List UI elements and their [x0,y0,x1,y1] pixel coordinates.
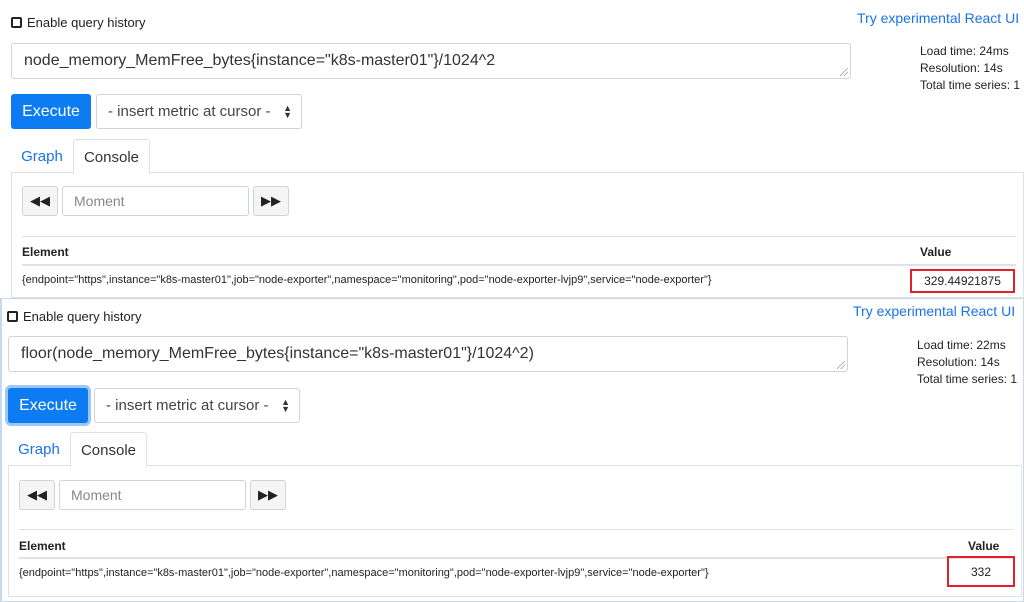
rewind-button[interactable]: ◀◀ [22,186,58,216]
divider [22,264,1016,266]
fast-forward-button[interactable]: ▶▶ [253,186,289,216]
react-ui-link[interactable]: Try experimental React UI [857,10,1019,26]
checkbox[interactable] [7,311,18,322]
metric-select[interactable]: - insert metric at cursor - ▲ ▼ [96,94,302,129]
enable-history-toggle[interactable]: Enable query history [7,309,142,324]
metric-select-value: - insert metric at cursor - [106,397,269,414]
table-row-element: {endpoint="https",instance="k8s-master01… [19,567,709,579]
fast-forward-button[interactable]: ▶▶ [250,480,286,510]
query-panel-bottom: Enable query history Try experimental Re… [0,298,1024,602]
expression-input[interactable]: node_memory_MemFree_bytes{instance="k8s-… [11,43,851,79]
enable-history-toggle[interactable]: Enable query history [11,15,146,30]
load-time: Load time: 24ms [920,44,1009,58]
execute-button[interactable]: Execute [11,94,91,129]
moment-placeholder: Moment [71,487,122,503]
table-row-element: {endpoint="https",instance="k8s-master01… [22,274,712,286]
column-header-value: Value [968,539,1000,553]
tab-graph[interactable]: Graph [8,432,70,466]
table-row-value: 329.44921875 [924,274,1001,288]
enable-history-label: Enable query history [27,15,146,30]
query-stats: Load time: 24ms Resolution: 14s Total ti… [920,43,1020,94]
updown-arrows-icon: ▲ ▼ [280,103,292,119]
rewind-icon: ◀◀ [27,487,47,502]
total-time-series: Total time series: 1 [917,372,1018,386]
value-highlight-box: 332 [947,556,1015,587]
moment-input[interactable]: Moment [62,186,249,216]
fast-forward-icon: ▶▶ [261,193,281,208]
query-panel-top: Enable query history Try experimental Re… [0,0,1024,298]
tab-console[interactable]: Console [73,139,150,174]
moment-input[interactable]: Moment [59,480,246,510]
updown-arrows-icon: ▲ ▼ [278,397,290,413]
total-time-series: Total time series: 1 [920,78,1021,92]
expression-text: node_memory_MemFree_bytes{instance="k8s-… [24,52,496,69]
table-row-value: 332 [970,564,992,579]
metric-select-value: - insert metric at cursor - [108,103,271,120]
tab-console[interactable]: Console [70,432,147,467]
divider [19,557,1014,559]
resize-handle[interactable] [840,68,848,76]
value-highlight-box: 329.44921875 [910,269,1015,293]
column-header-element: Element [19,539,66,553]
resolution: Resolution: 14s [920,61,1003,75]
tab-graph[interactable]: Graph [11,139,73,173]
execute-button[interactable]: Execute [8,388,88,423]
rewind-icon: ◀◀ [30,193,50,208]
column-header-element: Element [22,245,69,259]
divider [22,236,1016,237]
resolution: Resolution: 14s [917,355,1000,369]
rewind-button[interactable]: ◀◀ [19,480,55,510]
load-time: Load time: 22ms [917,338,1006,352]
moment-placeholder: Moment [74,193,125,209]
fast-forward-icon: ▶▶ [258,487,278,502]
query-stats: Load time: 22ms Resolution: 14s Total ti… [917,337,1017,388]
enable-history-label: Enable query history [23,309,142,324]
expression-input[interactable]: floor(node_memory_MemFree_bytes{instance… [8,336,848,372]
expression-text: floor(node_memory_MemFree_bytes{instance… [21,345,534,362]
metric-select[interactable]: - insert metric at cursor - ▲ ▼ [94,388,300,423]
column-header-value: Value [920,245,952,259]
divider [19,529,1014,530]
react-ui-link[interactable]: Try experimental React UI [853,303,1015,319]
resize-handle[interactable] [837,361,845,369]
checkbox[interactable] [11,17,22,28]
